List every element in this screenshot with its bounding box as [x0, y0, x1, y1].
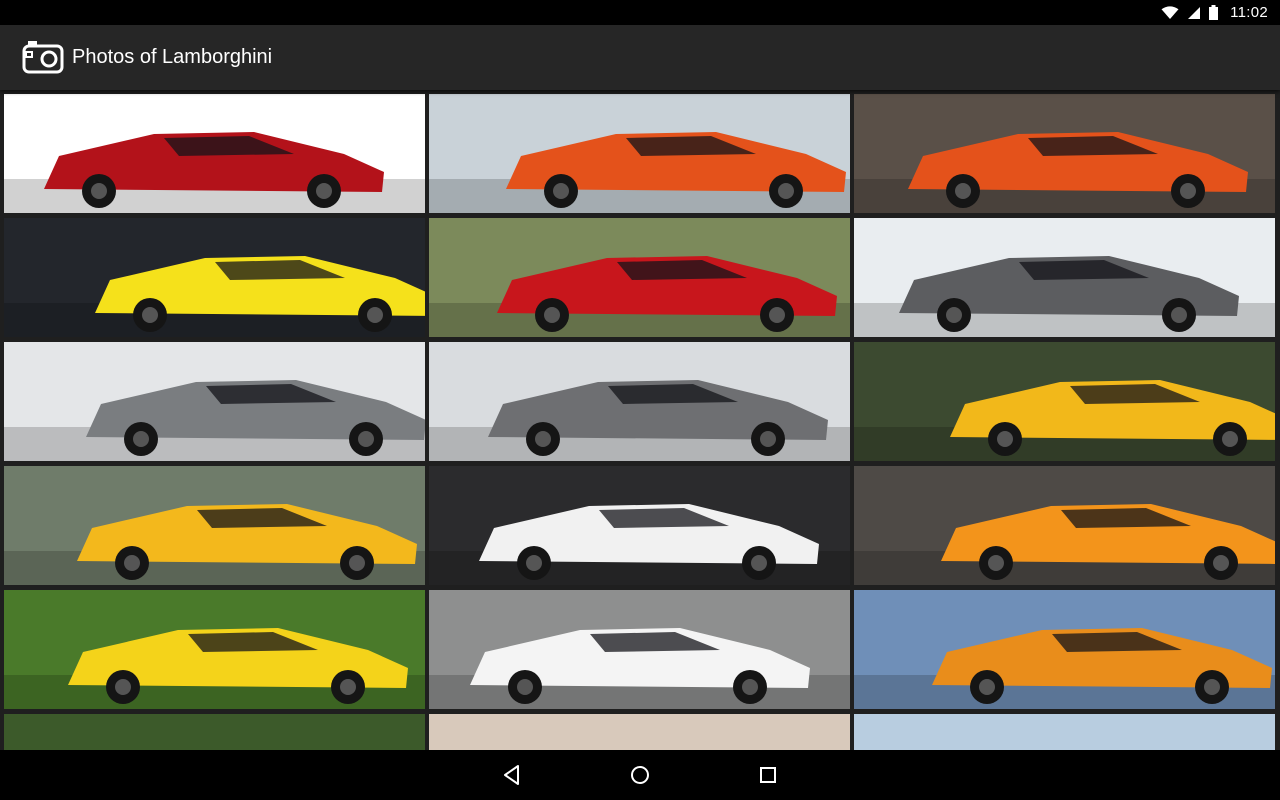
wifi-icon: [1161, 5, 1179, 20]
photo-partial-3[interactable]: [854, 714, 1275, 750]
photo-grey-estoque[interactable]: [4, 342, 425, 461]
recents-icon[interactable]: [756, 763, 780, 787]
photo-sesto-elemento-closeup[interactable]: [429, 342, 850, 461]
navigation-bar: [0, 750, 1280, 800]
photo-lineup-field[interactable]: [4, 466, 425, 585]
home-icon[interactable]: [628, 763, 652, 787]
photo-orange-diablo[interactable]: [854, 466, 1275, 585]
back-icon[interactable]: [500, 763, 524, 787]
cell-signal-icon: [1187, 6, 1201, 20]
photo-red-aventador-roadster[interactable]: [4, 94, 425, 213]
battery-icon: [1209, 5, 1219, 20]
photo-white-gallardo[interactable]: [429, 466, 850, 585]
photo-white-gallardo-track[interactable]: [429, 590, 850, 709]
photo-grid[interactable]: [0, 90, 1280, 750]
status-bar: 11:02: [0, 0, 1280, 25]
status-icons: 11:02: [1161, 0, 1268, 25]
photo-yellow-huracan-show[interactable]: [4, 218, 425, 337]
status-time: 11:02: [1230, 4, 1268, 21]
photo-partial-1[interactable]: [4, 714, 425, 750]
app-title: Photos of Lamborghini: [72, 46, 273, 68]
app-bar: Photos of Lamborghini: [0, 25, 1280, 90]
photo-grey-sesto-elemento[interactable]: [854, 218, 1275, 337]
photo-orange-murcielago[interactable]: [854, 590, 1275, 709]
photo-yellow-diablo-grass[interactable]: [4, 590, 425, 709]
photo-red-countach-track[interactable]: [429, 218, 850, 337]
photo-partial-2[interactable]: [429, 714, 850, 750]
photo-yellow-gallardo-outdoor[interactable]: [854, 342, 1275, 461]
camera-icon: [22, 39, 64, 75]
photo-orange-aventador-garage[interactable]: [854, 94, 1275, 213]
photo-crowd-event[interactable]: [429, 94, 850, 213]
